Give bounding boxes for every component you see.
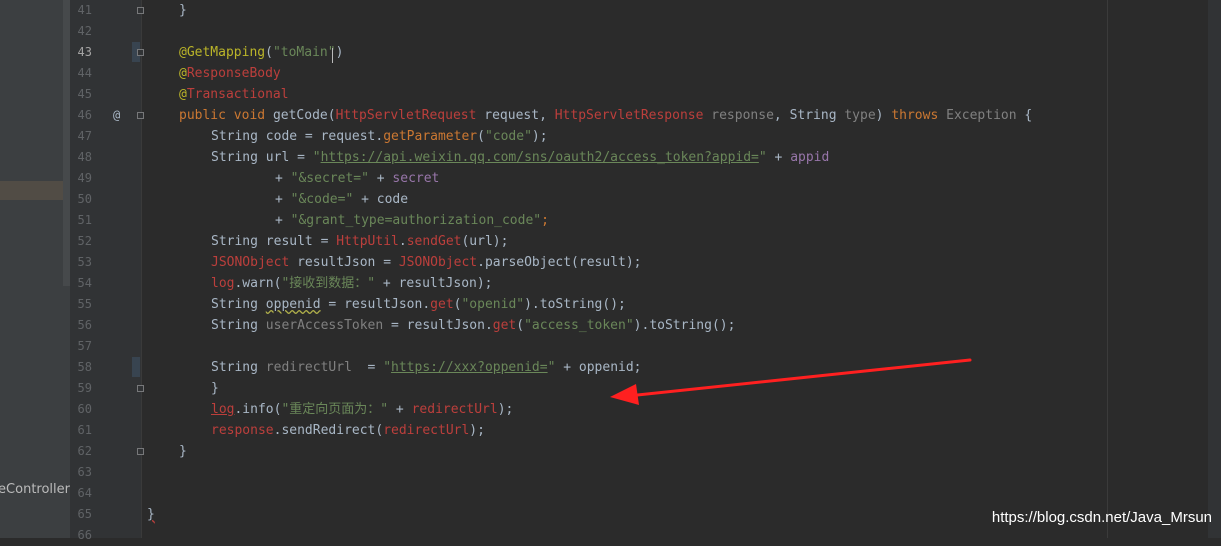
watermark-text: https://blog.csdn.net/Java_Mrsun: [991, 509, 1212, 526]
annotation-arrow-icon: [610, 358, 972, 405]
